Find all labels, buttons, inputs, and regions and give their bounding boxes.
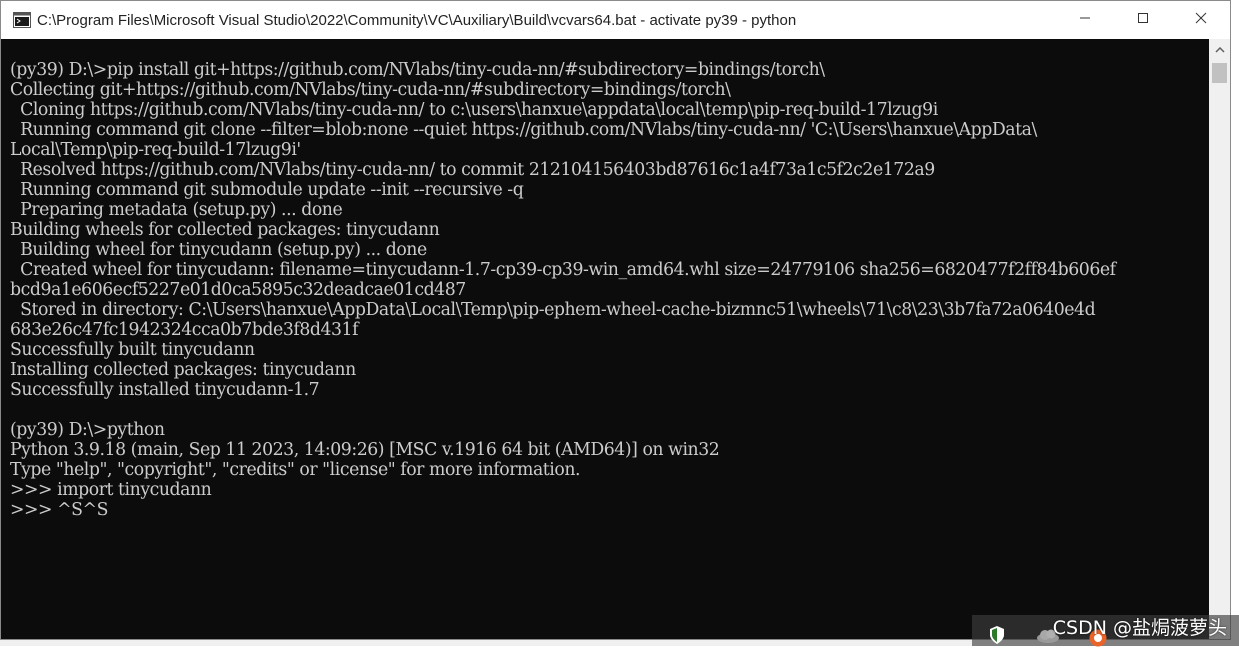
scroll-up-button[interactable] [1209, 39, 1230, 59]
maximize-button[interactable] [1114, 1, 1172, 39]
console-line: Local\Temp\pip-req-build-17lzug9i' [10, 140, 301, 160]
console-line: Building wheels for collected packages: … [10, 220, 440, 240]
console-line: 683e26c47fc1942324cca0b7bde3f8d431f [10, 320, 359, 340]
console-line: >>> import tinycudann [10, 480, 212, 500]
console-icon [13, 12, 31, 28]
security-shield-icon[interactable] [988, 625, 1006, 650]
console-line: Running command git submodule update --i… [10, 180, 524, 200]
console-line: Type "help", "copyright", "credits" or "… [10, 460, 581, 480]
watermark: CSDN @盐焗菠萝头 [1052, 617, 1227, 639]
console-line: (py39) D:\>python [10, 420, 165, 440]
console-line: (py39) D:\>pip install git+https://githu… [10, 60, 825, 80]
console-line: Cloning https://github.com/NVlabs/tiny-c… [10, 100, 938, 120]
close-icon [1195, 11, 1207, 29]
close-button[interactable] [1172, 1, 1230, 39]
scroll-thumb[interactable] [1212, 63, 1227, 83]
console-line: Created wheel for tinycudann: filename=t… [10, 260, 1116, 280]
console-line: >>> ^S^S [10, 500, 108, 520]
console-window: C:\Program Files\Microsoft Visual Studio… [0, 0, 1231, 640]
minimize-icon [1079, 11, 1091, 29]
window-controls [1056, 1, 1230, 39]
console-line: Python 3.9.18 (main, Sep 11 2023, 14:09:… [10, 440, 720, 460]
console-line: Building wheel for tinycudann (setup.py)… [10, 240, 427, 260]
scroll-up-arrow-icon [1214, 40, 1225, 58]
console-line: Preparing metadata (setup.py) ... done [10, 200, 343, 220]
console-line: Running command git clone --filter=blob:… [10, 120, 1037, 140]
console-line: Successfully installed tinycudann-1.7 [10, 380, 320, 400]
minimize-button[interactable] [1056, 1, 1114, 39]
console-line: Collecting git+https://github.com/NVlabs… [10, 80, 731, 100]
vertical-scrollbar[interactable] [1209, 39, 1230, 639]
console-lines: (py39) D:\>pip install git+https://githu… [1, 60, 1116, 520]
console-line: Resolved https://github.com/NVlabs/tiny-… [10, 160, 935, 180]
window-title: C:\Program Files\Microsoft Visual Studio… [37, 11, 797, 29]
console-line: Installing collected packages: tinycudan… [10, 360, 356, 380]
title-bar[interactable]: C:\Program Files\Microsoft Visual Studio… [1, 1, 1230, 39]
console-line: Stored in directory: C:\Users\hanxue\App… [10, 300, 1096, 320]
maximize-icon [1137, 11, 1149, 29]
console-output[interactable]: (py39) D:\>pip install git+https://githu… [1, 39, 1209, 639]
console-line: bcd9a1e606ecf5227e01d0ca5895c32deadcae01… [10, 280, 466, 300]
window-bottom-edge [0, 640, 972, 646]
console-line: Successfully built tinycudann [10, 340, 255, 360]
